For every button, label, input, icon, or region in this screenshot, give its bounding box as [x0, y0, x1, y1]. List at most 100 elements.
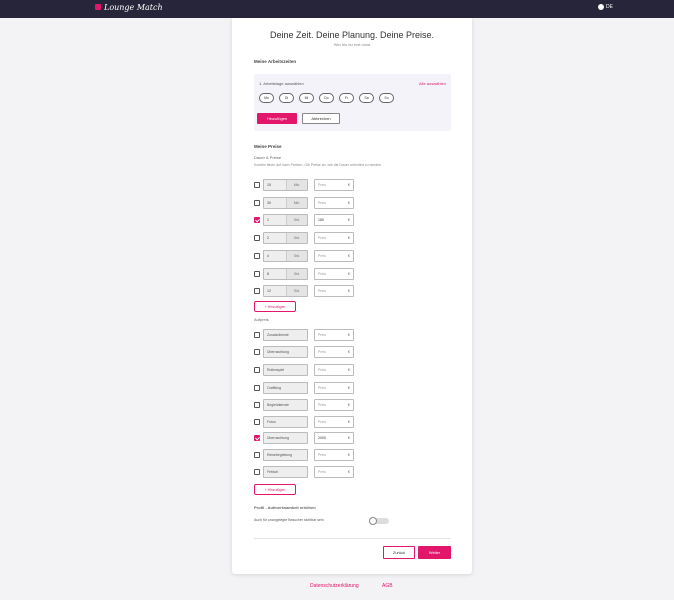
extra-label: Fotos [263, 416, 308, 428]
duration-field[interactable]: 4 Std. [263, 250, 308, 262]
duration-field[interactable]: 12 Std. [263, 285, 308, 297]
select-all-days-link[interactable]: Alle auswählen [419, 81, 446, 86]
duration-checkbox[interactable] [254, 235, 260, 241]
duration-checkbox[interactable] [254, 217, 260, 223]
pricing-form-card: Deine Zeit. Deine Planung. Deine Preise.… [232, 18, 472, 574]
extra-checkbox[interactable] [254, 452, 260, 458]
duration-price-input[interactable]: Preis € [314, 268, 354, 280]
privacy-link[interactable]: Datenschutzerklärung [310, 583, 359, 589]
extra-checkbox[interactable] [254, 419, 260, 425]
extra-label: Zusatzdienste [263, 329, 308, 341]
add-extra-button[interactable]: + Hinzufügen [254, 484, 296, 495]
language-label: DE [606, 4, 613, 10]
euro-icon: € [348, 368, 350, 372]
extra-checkbox[interactable] [254, 367, 260, 373]
extra-price-input[interactable]: Preis € [314, 364, 354, 376]
extra-label: Reisebegleitung [263, 449, 308, 461]
terms-link[interactable]: AGB [382, 583, 393, 589]
working-hours-heading: Meine Arbeitszeiten [254, 59, 297, 64]
add-workdays-button[interactable]: Hinzufügen [257, 113, 297, 124]
euro-icon: € [348, 183, 350, 187]
duration-prices-subheading: Dauer & Preise [254, 155, 282, 160]
duration-checkbox[interactable] [254, 288, 260, 294]
extra-price-input[interactable]: Preis € [314, 416, 354, 428]
profile-visibility-heading: Profil - Aufmerksamkeit erhöhen [254, 505, 316, 510]
day-chip-do[interactable]: Do [319, 93, 334, 103]
day-chip-di[interactable]: Di [279, 93, 294, 103]
duration-field[interactable]: 1 Std. [263, 214, 308, 226]
duration-checkbox[interactable] [254, 200, 260, 206]
extra-price-input[interactable]: Preis € [314, 382, 354, 394]
duration-checkbox[interactable] [254, 253, 260, 259]
top-navigation-bar: Lounge Match DE [0, 0, 674, 18]
euro-icon: € [348, 289, 350, 293]
workdays-label: 1. Arbeitstage auswählen [259, 81, 304, 86]
euro-icon: € [348, 420, 350, 424]
duration-price-input[interactable]: Preis € [314, 250, 354, 262]
day-chip-mi[interactable]: Mi [299, 93, 314, 103]
globe-icon [598, 4, 604, 10]
euro-icon: € [348, 333, 350, 337]
euro-icon: € [348, 350, 350, 354]
visibility-toggle[interactable] [369, 517, 389, 525]
duration-price-input[interactable]: Preis € [314, 179, 354, 191]
duration-field[interactable]: 15 Min. [263, 179, 308, 191]
extra-checkbox[interactable] [254, 349, 260, 355]
divider [254, 538, 451, 539]
extra-checkbox[interactable] [254, 385, 260, 391]
back-button[interactable]: Zurück [383, 546, 415, 559]
euro-icon: € [348, 254, 350, 258]
euro-icon: € [348, 272, 350, 276]
extra-label: Übernachtung [263, 346, 308, 358]
duration-field[interactable]: 2 Std. [263, 232, 308, 244]
extra-label: Übernachtung [263, 432, 308, 444]
page-title: Deine Zeit. Deine Planung. Deine Preise. [269, 30, 435, 40]
day-chip-so[interactable]: So [379, 93, 394, 103]
next-button[interactable]: Weiter [418, 546, 451, 559]
day-chip-mo[interactable]: Mo [259, 93, 274, 103]
language-switcher[interactable]: DE [598, 4, 613, 10]
day-chip-sa[interactable]: Sa [359, 93, 374, 103]
duration-checkbox[interactable] [254, 271, 260, 277]
duration-field[interactable]: 30 Min. [263, 197, 308, 209]
euro-icon: € [348, 453, 350, 457]
logo-text[interactable]: Lounge Match [104, 3, 163, 12]
euro-icon: € [348, 470, 350, 474]
duration-price-input[interactable]: Preis € [314, 197, 354, 209]
euro-icon: € [348, 236, 350, 240]
extra-label: Fetisch [263, 466, 308, 478]
duration-price-input[interactable]: Preis € [314, 232, 354, 244]
extra-price-input[interactable]: Preis € [314, 329, 354, 341]
extra-label: Rollenspiel [263, 364, 308, 376]
add-duration-button[interactable]: + Hinzufügen [254, 301, 296, 312]
toggle-knob [369, 517, 377, 525]
duration-price-input[interactable]: Preis € [314, 285, 354, 297]
duration-price-input[interactable]: 180 € [314, 214, 354, 226]
visibility-toggle-label: Auch für unangelegte Besucher sichtbar s… [254, 518, 324, 522]
workdays-panel: 1. Arbeitstage auswählen Alle auswählen … [254, 74, 451, 131]
euro-icon: € [348, 436, 350, 440]
extra-price-input[interactable]: 2000 € [314, 432, 354, 444]
extra-price-input[interactable]: Preis € [314, 466, 354, 478]
cancel-workdays-button[interactable]: Abbrechen [302, 113, 340, 124]
prices-heading: Meine Preise [254, 144, 282, 149]
duration-checkbox[interactable] [254, 182, 260, 188]
extra-checkbox[interactable] [254, 402, 260, 408]
duration-field[interactable]: 8 Std. [263, 268, 308, 280]
extras-heading: Aufpreis [254, 317, 269, 322]
extra-checkbox[interactable] [254, 435, 260, 441]
extra-checkbox[interactable] [254, 332, 260, 338]
day-chip-fr[interactable]: Fr [339, 93, 354, 103]
logo-icon [95, 4, 101, 10]
euro-icon: € [348, 386, 350, 390]
prices-hint: Kombin ifinen auf nach Preisen, Gib Prei… [254, 163, 382, 167]
extra-label: Begleitdienste [263, 399, 308, 411]
extra-label: Outfitting [263, 382, 308, 394]
extra-price-input[interactable]: Preis € [314, 449, 354, 461]
page-subtitle: Wer bis du erst crust [333, 42, 371, 47]
extra-price-input[interactable]: Preis € [314, 346, 354, 358]
extra-price-input[interactable]: Preis € [314, 399, 354, 411]
euro-icon: € [348, 201, 350, 205]
euro-icon: € [348, 218, 350, 222]
extra-checkbox[interactable] [254, 469, 260, 475]
